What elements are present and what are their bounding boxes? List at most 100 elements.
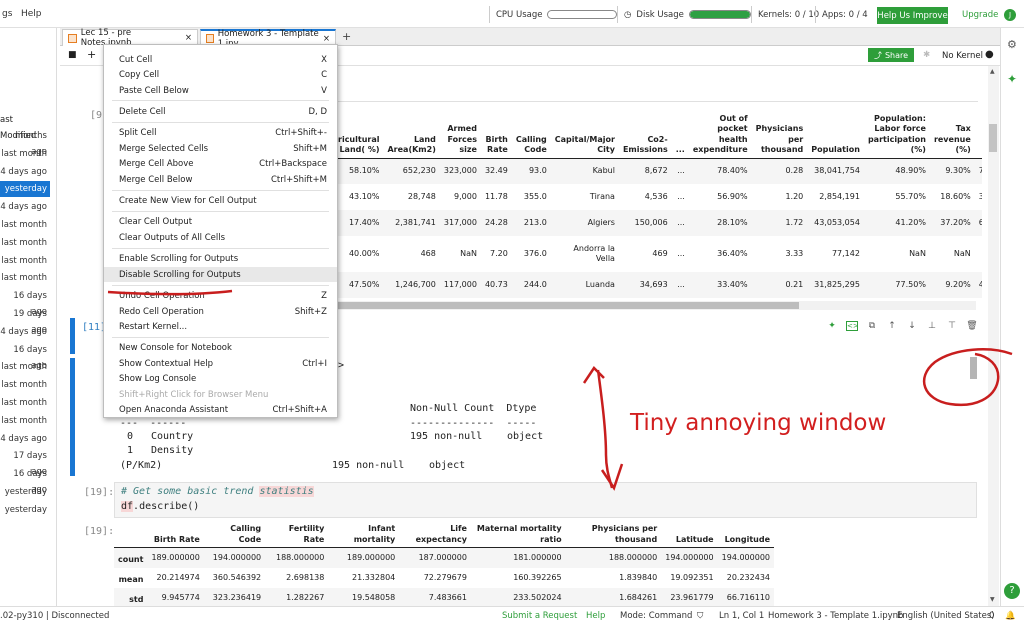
info-row-column: (P/Km2)	[120, 460, 163, 471]
table-cell: NaN	[975, 236, 982, 272]
context-menu-item[interactable]: Delete Cell D, D	[104, 104, 337, 119]
help-icon[interactable]: ?	[1004, 583, 1020, 599]
puzzle-icon[interactable]: ⚙	[1007, 38, 1017, 51]
table-cell: ...	[671, 158, 689, 184]
assistant-sparkle-icon[interactable]: ✦	[1007, 72, 1017, 86]
table-cell: 3.33	[785, 249, 804, 258]
kernel-name[interactable]: No Kernel	[942, 51, 983, 61]
mode-indicator[interactable]: Mode: Command	[620, 611, 692, 621]
context-menu-item[interactable]: Open Anaconda Assistant Ctrl+Shift+A	[104, 402, 337, 417]
file-item-modified[interactable]: 4 days ago	[0, 431, 50, 447]
row-label: count	[118, 555, 144, 564]
file-item-modified[interactable]: last month	[0, 413, 50, 429]
file-item-modified[interactable]: 16 days ago	[0, 288, 50, 317]
last-modified-header[interactable]: ast Modified	[0, 112, 50, 141]
bell-icon[interactable]: 🔔	[1005, 611, 1016, 621]
file-item-modified[interactable]: last month	[0, 395, 50, 411]
file-item-modified[interactable]: 4 days ago	[0, 324, 50, 340]
save-icon[interactable]: ■	[68, 50, 77, 60]
file-item-modified[interactable]: 16 days ago	[0, 342, 50, 371]
file-item-modified[interactable]: 17 days ago	[0, 448, 50, 477]
notification-count[interactable]: 0	[989, 611, 994, 621]
file-item-modified[interactable]: yesterday	[0, 502, 50, 518]
tiny-output-scrollbar[interactable]	[970, 357, 977, 379]
context-menu-item[interactable]: Merge Cell Above Ctrl+Backspace	[104, 156, 337, 171]
file-item-modified[interactable]: months ago	[0, 128, 50, 157]
file-item-modified[interactable]: 4 days ago	[0, 164, 50, 180]
table-cell: 4,536	[644, 192, 668, 201]
context-menu-item[interactable]: Restart Kernel...	[104, 319, 337, 334]
context-menu-item[interactable]: Redo Cell Operation Shift+Z	[104, 304, 337, 319]
context-menu-item[interactable]: Clear Cell Output	[104, 214, 337, 229]
context-menu-item[interactable]: Enable Scrolling for Outputs	[104, 251, 337, 266]
status-help-link[interactable]: Help	[586, 611, 605, 621]
share-button[interactable]: ⤴ Share	[868, 48, 914, 62]
context-menu-item[interactable]: Disable Scrolling for Outputs	[104, 267, 337, 282]
menu-item-label: Shift+Right Click for Browser Menu	[119, 389, 269, 400]
scroll-up-icon[interactable]: ▲	[990, 68, 995, 75]
file-item-modified[interactable]: yesterday	[0, 484, 50, 500]
avatar[interactable]: J	[1004, 9, 1016, 21]
context-menu-item[interactable]: Show Log Console	[104, 371, 337, 386]
file-item-modified[interactable]: last month	[0, 253, 50, 269]
share-icon: ⤴	[873, 50, 882, 60]
current-file[interactable]: Homework 3 - Template 1.ipynb	[768, 611, 903, 621]
file-item-modified[interactable]: yesterday	[0, 181, 50, 198]
context-menu-item[interactable]: Show Contextual Help Ctrl+I	[104, 356, 337, 371]
add-tab-icon[interactable]: +	[342, 30, 351, 43]
context-menu-item[interactable]: Create New View for Cell Output	[104, 193, 337, 208]
context-menu-item[interactable]: Merge Selected Cells Shift+M	[104, 141, 337, 156]
file-item-modified[interactable]: last month	[0, 217, 50, 233]
insert-below-icon[interactable]: ⊤	[946, 321, 958, 331]
context-menu-item[interactable]: Clear Outputs of All Cells	[104, 230, 337, 245]
file-item-modified[interactable]: last month	[0, 235, 50, 251]
file-item-modified[interactable]: 19 days ago	[0, 306, 50, 335]
trash-icon[interactable]: 🗑	[966, 321, 978, 331]
close-icon[interactable]: ×	[323, 34, 330, 44]
cpu-usage-widget: CPU Usage	[489, 6, 618, 23]
file-browser: ast Modified months ago last month 4 days …	[0, 28, 57, 606]
menu-item-shortcut: X	[321, 54, 327, 65]
table-row: std 9.945774 323.236419 1.282267 19.548058 7.…	[114, 587, 774, 606]
file-item-modified[interactable]: last month	[0, 359, 50, 375]
menu-item-help[interactable]: Help	[21, 9, 42, 19]
move-down-icon[interactable]: ↓	[906, 321, 918, 331]
table-cell: 93.0	[511, 158, 551, 184]
apps-count[interactable]: Apps: 0 / 4	[815, 6, 868, 23]
gear-icon[interactable]: ✱	[923, 50, 930, 60]
insert-cell-icon[interactable]: +	[87, 48, 96, 61]
context-menu-item[interactable]: Merge Cell Below Ctrl+Shift+M	[104, 172, 337, 187]
table-cell: 160.392265	[513, 572, 562, 582]
sparkle-icon[interactable]: ✦	[826, 321, 838, 331]
menu-item-settings[interactable]: gs	[2, 9, 12, 19]
help-us-improve-button[interactable]: Help Us Improve	[877, 7, 948, 24]
context-menu-item[interactable]: New Console for Notebook	[104, 340, 337, 355]
close-icon[interactable]: ×	[185, 33, 192, 43]
context-menu-item[interactable]: Copy Cell C	[104, 67, 337, 82]
move-up-icon[interactable]: ↑	[886, 321, 898, 331]
file-item-modified[interactable]: last month	[0, 377, 50, 393]
menu-item-label: Cut Cell	[119, 54, 153, 65]
scroll-down-icon[interactable]: ▼	[990, 596, 995, 603]
context-menu-item[interactable]: Paste Cell Below V	[104, 83, 337, 98]
cursor-position[interactable]: Ln 1, Col 1	[719, 611, 764, 621]
submit-request-link[interactable]: Submit a Request	[502, 611, 577, 621]
kernels-count[interactable]: Kernels: 0 / 10	[751, 6, 819, 23]
file-item-modified[interactable]: 16 days ago	[0, 466, 50, 495]
file-item-modified[interactable]: 4 days ago	[0, 199, 50, 215]
table-cell: 2,854,191	[819, 192, 860, 201]
table-cell: 376.0	[523, 249, 547, 258]
language-indicator[interactable]: English (United States)	[897, 611, 995, 621]
cell-prompt: [9	[90, 110, 103, 121]
context-menu-item[interactable]: Cut Cell X	[104, 52, 337, 67]
file-item-modified[interactable]: last month	[0, 270, 50, 286]
context-menu-item[interactable]: Split Cell Ctrl+Shift+-	[104, 125, 337, 140]
context-menu-item[interactable]: Undo Cell Operation Z	[104, 288, 337, 303]
duplicate-icon[interactable]: ⧉	[866, 321, 878, 331]
code-icon[interactable]: <>	[846, 321, 859, 331]
insert-above-icon[interactable]: ⊥	[926, 321, 938, 331]
file-item-modified[interactable]: last month	[0, 146, 50, 162]
code-cell-editor[interactable]: # Get some basic trend statistis df.desc…	[114, 482, 977, 518]
upgrade-link[interactable]: Upgrade	[962, 10, 998, 20]
vertical-scrollbar[interactable]	[988, 66, 999, 606]
